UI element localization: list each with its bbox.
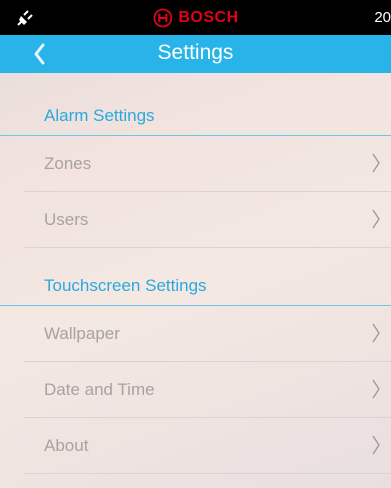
chevron-right-icon: [372, 379, 380, 399]
settings-row-wallpaper[interactable]: Wallpaper: [24, 306, 391, 362]
chevron-right-icon: [372, 209, 380, 229]
plug-icon: [17, 10, 33, 26]
row-label: Date and Time: [44, 380, 155, 399]
row-divider: [24, 473, 391, 474]
settings-row-about[interactable]: About: [24, 418, 391, 474]
settings-row-date-and-time[interactable]: Date and Time: [24, 362, 391, 418]
status-bar: BOSCH 20: [0, 0, 391, 35]
row-label: Users: [44, 210, 89, 229]
bosch-logo-icon: [152, 8, 172, 28]
row-divider: [24, 247, 391, 248]
row-label: About: [44, 436, 89, 455]
section-title: Alarm Settings: [44, 106, 155, 125]
section-title: Touchscreen Settings: [44, 276, 207, 295]
brand: BOSCH: [152, 8, 238, 28]
section-header-alarm-settings: Alarm Settings: [0, 106, 391, 136]
row-label: Zones: [44, 154, 92, 173]
header: Settings: [0, 35, 391, 73]
brand-name: BOSCH: [178, 9, 239, 26]
chevron-right-icon: [372, 153, 380, 173]
row-label: Wallpaper: [44, 324, 120, 343]
chevron-right-icon: [372, 435, 380, 455]
status-clock: 20: [374, 9, 391, 26]
settings-row-users[interactable]: Users: [24, 192, 391, 248]
settings-row-zones[interactable]: Zones: [24, 136, 391, 192]
section-header-touchscreen-settings: Touchscreen Settings: [0, 276, 391, 306]
page-title: Settings: [157, 41, 234, 64]
chevron-right-icon: [372, 323, 380, 343]
